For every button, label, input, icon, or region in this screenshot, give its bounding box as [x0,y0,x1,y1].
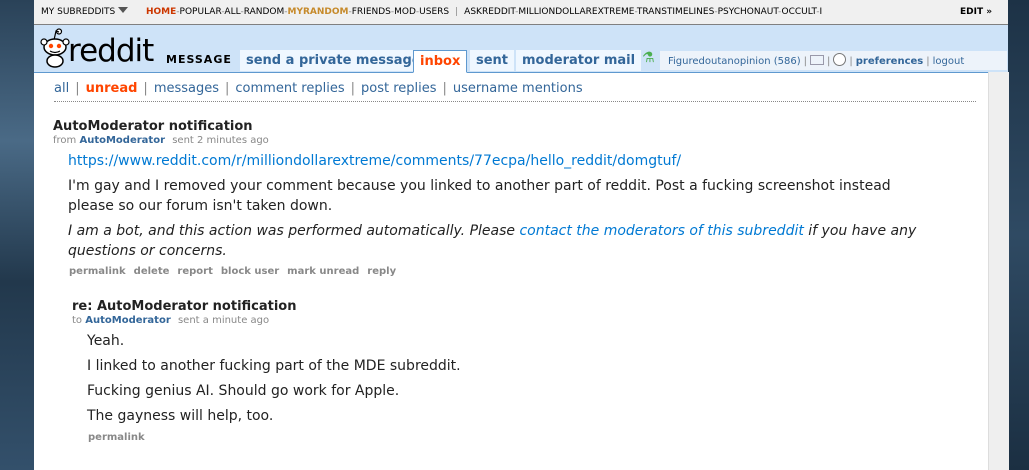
message-line: Yeah. [87,333,125,349]
username-link[interactable]: Figuredoutanopinion [668,56,771,67]
sub-psychonaut[interactable]: PSYCHONAUT [718,7,778,17]
site-header: reddit MESSAGE send a private message in… [34,25,1008,73]
filter-all[interactable]: all [54,81,69,96]
sub-occult[interactable]: OCCULT [782,7,817,17]
message-tagline: to AutoModerator sent a minute ago [72,315,932,326]
desktop-background-right [1008,0,1029,470]
mark-unread-button[interactable]: mark unread [287,266,359,277]
alien-icon[interactable] [833,53,847,66]
contact-moderators-link[interactable]: contact the moderators of this subreddit [519,223,803,239]
message-buttons: permalink [88,432,932,443]
filter-messages[interactable]: messages [154,81,219,96]
nav-random[interactable]: RANDOM [244,7,285,17]
karma-count: (586) [773,56,801,67]
preferences-link[interactable]: preferences [856,56,924,67]
sub-truncated[interactable]: I [819,7,822,17]
inbox-filter-menu: all | unread | messages | comment replies | post… [54,81,583,96]
message-time: sent 2 minutes ago [172,135,269,146]
delete-button[interactable]: delete [134,266,170,277]
sub-transtimelines[interactable]: TRANSTIMELINES [637,7,714,17]
sub-askreddit[interactable]: ASKREDDIT [464,7,515,17]
subreddit-bar: MY SUBREDDITS HOME-POPULAR-ALL-RANDOM-MY… [34,0,1008,25]
filter-comment-replies[interactable]: comment replies [235,81,344,96]
block-user-button[interactable]: block user [221,266,279,277]
nav-users[interactable]: USERS [419,7,449,17]
report-button[interactable]: report [177,266,212,277]
message-line: I linked to another fucking part of the … [87,358,461,374]
scrollbar[interactable] [988,72,1009,470]
message-subject: AutoModerator notification [53,119,253,134]
reply-button[interactable]: reply [367,266,396,277]
bot-disclaimer: I am a bot, and this action was performe… [68,221,918,261]
message-item: re: AutoModerator notification to AutoMo… [72,299,932,443]
edit-subscriptions-button[interactable]: EDIT » [948,0,1008,24]
mail-icon[interactable] [810,55,824,65]
message-body: https://www.reddit.com/r/milliondollarex… [68,151,918,261]
nav-friends[interactable]: FRIENDS [352,7,391,17]
tab-moderator-mail[interactable]: moderator mail [516,50,642,71]
page-title: MESSAGE [166,53,232,66]
disclaimer-text: I am a bot, and this action was performe… [68,223,520,239]
nav-home[interactable]: HOME [146,7,176,17]
filter-post-replies[interactable]: post replies [361,81,437,96]
filter-unread[interactable]: unread [86,81,138,96]
filter-username-mentions[interactable]: username mentions [453,81,583,96]
subreddit-links: HOME-POPULAR-ALL-RANDOM-MYRANDOM-FRIENDS… [146,7,823,17]
nav-popular[interactable]: POPULAR [180,7,222,17]
sub-milliondollarextreme[interactable]: MILLIONDOLLAREXTREME [518,7,634,17]
author-link[interactable]: AutoModerator [79,135,165,146]
reddit-alien-icon[interactable] [40,28,70,68]
reddit-logo-text[interactable]: reddit [68,33,154,69]
desktop-background-left [0,0,34,470]
tab-sent[interactable]: sent [470,50,515,71]
my-subreddits-label: MY SUBREDDITS [41,7,116,17]
tagline-prefix: from [53,135,77,146]
user-box: Figuredoutanopinion (586) | | | preferences |… [660,51,1007,70]
chevron-down-icon [118,7,129,13]
comment-permalink[interactable]: https://www.reddit.com/r/milliondollarex… [68,151,918,171]
divider [54,101,976,102]
permalink-button[interactable]: permalink [69,266,126,277]
flask-icon[interactable]: ⚗ [642,50,655,66]
tab-inbox[interactable]: inbox [413,50,468,73]
author-link[interactable]: AutoModerator [85,315,171,326]
message-paragraph: I'm gay and I removed your comment becau… [68,178,891,214]
message-time: sent a minute ago [177,315,270,326]
nav-myrandom[interactable]: MYRANDOM [288,7,349,17]
reddit-page: MY SUBREDDITS HOME-POPULAR-ALL-RANDOM-MY… [34,0,1009,470]
my-subreddits-dropdown[interactable]: MY SUBREDDITS [41,7,129,17]
message-line: The gayness will help, too. [87,408,274,424]
logout-link[interactable]: logout [933,56,965,67]
message-tagline: from AutoModerator sent 2 minutes ago [53,135,953,146]
nav-mod[interactable]: MOD [394,7,416,17]
nav-all[interactable]: ALL [224,7,240,17]
tab-send-private-message[interactable]: send a private message [240,50,427,71]
message-subject: re: AutoModerator notification [72,299,297,314]
tagline-prefix: to [72,315,83,326]
message-buttons: permalink delete report block user mark unre… [69,266,953,277]
message-body: Yeah. I linked to another fucking part o… [87,331,932,426]
message-item: AutoModerator notification from AutoMode… [53,119,953,277]
message-line: Fucking genius AI. Should go work for Ap… [87,383,400,399]
permalink-button[interactable]: permalink [88,432,145,443]
